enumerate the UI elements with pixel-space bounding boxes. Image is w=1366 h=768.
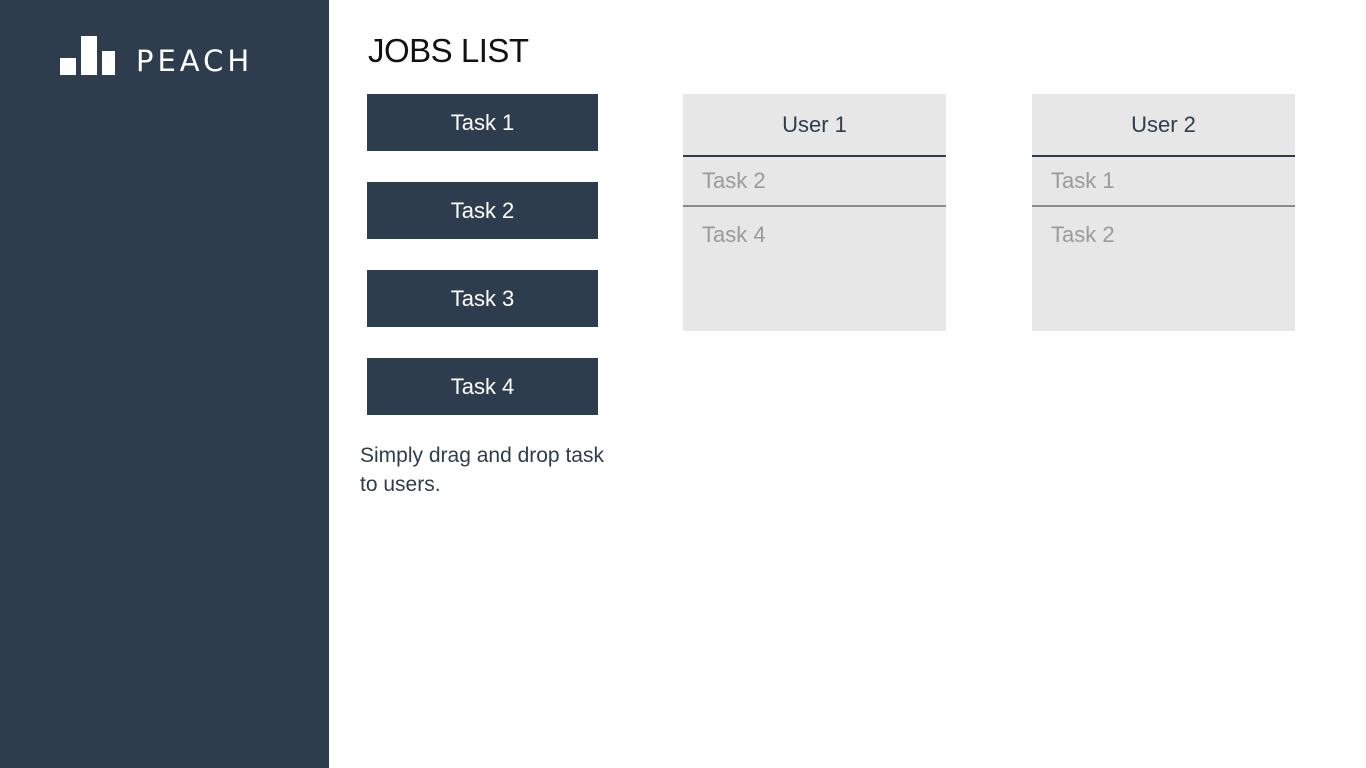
user-name: User 2 [1032,94,1295,157]
brand-name: PEACH [136,44,254,78]
user-drop-zone-1[interactable]: User 1 Task 2 Task 4 [683,94,946,331]
task-card-4[interactable]: Task 4 [367,358,598,415]
assigned-task-item[interactable]: Task 2 [1032,207,1295,263]
user-drop-zone-2[interactable]: User 2 Task 1 Task 2 [1032,94,1295,331]
app: PEACH JOBS LIST Task 1 Task 2 Task 3 Tas… [0,0,1366,768]
logo-bar [81,36,97,75]
logo-bar [102,51,115,75]
task-card-2[interactable]: Task 2 [367,182,598,239]
assigned-task-item[interactable]: Task 1 [1032,157,1295,207]
assigned-task-item[interactable]: Task 4 [683,207,946,263]
task-card-3[interactable]: Task 3 [367,270,598,327]
assigned-task-item[interactable]: Task 2 [683,157,946,207]
sidebar: PEACH [0,0,329,768]
page-title: JOBS LIST [368,32,529,69]
task-card-1[interactable]: Task 1 [367,94,598,151]
logo-bar [60,58,76,75]
user-name: User 1 [683,94,946,157]
bar-chart-logo-icon [60,36,116,76]
brand-logo: PEACH [60,36,253,76]
drag-drop-hint: Simply drag and drop task to users. [360,444,604,496]
